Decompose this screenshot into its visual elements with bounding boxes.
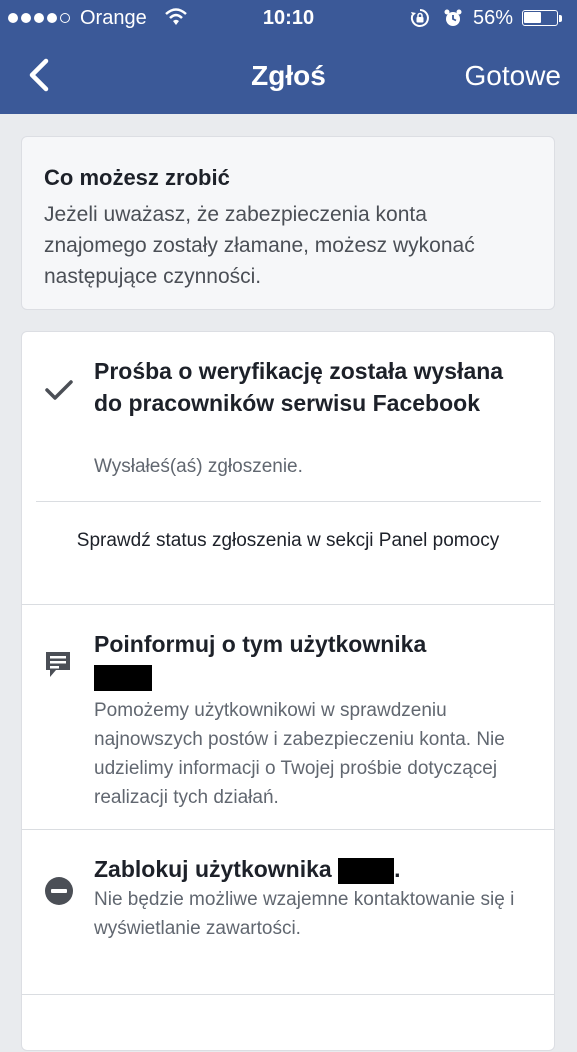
redacted-username (94, 664, 152, 691)
list-item-title: Zablokuj użytkownika . (94, 853, 534, 885)
actions-card: Prośba o weryfikację została wysłana do … (21, 331, 555, 1051)
info-card-text: Jeżeli uważasz, że zabezpieczenia konta … (44, 203, 475, 288)
info-card: Co możesz zrobić Jeżeli uważasz, że zabe… (21, 136, 555, 310)
info-card-title: Co możesz zrobić (44, 165, 230, 190)
list-item-title-text: Zablokuj użytkownika (94, 856, 332, 882)
block-icon (45, 877, 73, 905)
list-item-title-text: Poinformuj o tym użytkownika (94, 631, 427, 657)
list-item-title: Poinformuj o tym użytkownika (94, 628, 534, 692)
message-icon (46, 652, 70, 677)
battery-level-fill (524, 12, 541, 23)
status-bar: Orange 10:10 56% (0, 0, 577, 38)
battery-tip (559, 15, 562, 22)
list-item-verification-sent: Prośba o weryfikację została wysłana do … (22, 332, 554, 502)
battery-icon (522, 10, 558, 26)
checkmark-icon (45, 380, 73, 400)
list-item-block-user[interactable]: Zablokuj użytkownika . Nie będzie możliw… (22, 830, 554, 994)
top-bar: Orange 10:10 56% Zgłoś Gotowe (0, 0, 577, 114)
list-item-notify-user[interactable]: Poinformuj o tym użytkownika Pomożemy uż… (22, 605, 554, 829)
list-item-subtitle: Wysłałeś(aś) zgłoszenie. (94, 456, 303, 477)
battery-percent: 56% (473, 7, 514, 29)
list-item-title: Prośba o weryfikację została wysłana do … (94, 358, 504, 416)
list-item-subtitle: Pomożemy użytkownikowi w sprawdzeniu naj… (94, 700, 505, 808)
help-center-status-link[interactable]: Sprawdź status zgłoszenia w sekcji Panel… (62, 526, 514, 555)
divider (36, 501, 541, 502)
list-item-subtitle: Nie będzie możliwe wzajemne kontaktowani… (94, 889, 515, 939)
alarm-icon (444, 9, 462, 26)
list-item-title-suffix: . (394, 856, 401, 882)
done-button[interactable]: Gotowe (465, 60, 562, 92)
redacted-username (338, 857, 395, 884)
rotation-lock-icon (410, 9, 429, 27)
